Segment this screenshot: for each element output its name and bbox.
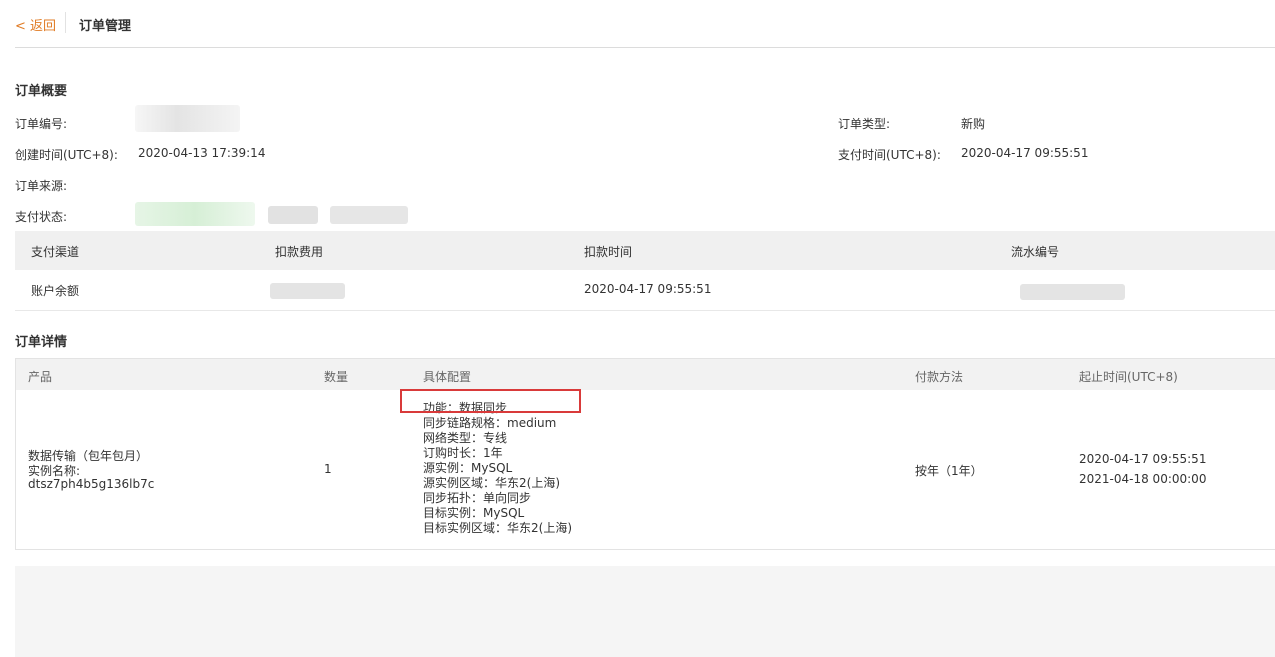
pay-status-label: 支付状态: bbox=[15, 210, 68, 224]
payment-method-value: 按年（1年） bbox=[915, 464, 983, 478]
serial-no-redacted bbox=[1020, 284, 1125, 300]
config-item: 源实例区域：华东2(上海) bbox=[423, 476, 560, 490]
details-table-header: 产品 数量 具体配置 付款方法 起止时间(UTC+8) bbox=[16, 359, 1275, 390]
created-time-label: 创建时间(UTC+8): bbox=[15, 148, 118, 162]
config-item: 同步拓扑：单向同步 bbox=[423, 491, 532, 505]
pay-status-redacted-2 bbox=[268, 206, 318, 224]
highlight-annotation-box bbox=[400, 389, 581, 413]
end-time-value: 2021-04-18 00:00:00 bbox=[1079, 472, 1207, 486]
header-serial-no: 流水编号 bbox=[1011, 245, 1060, 259]
header-quantity: 数量 bbox=[324, 370, 349, 384]
created-time-value: 2020-04-13 17:39:14 bbox=[138, 146, 266, 160]
config-item: 目标实例区域：华东2(上海) bbox=[423, 521, 572, 535]
header-config: 具体配置 bbox=[423, 370, 472, 384]
order-no-label: 订单编号: bbox=[15, 117, 68, 131]
pay-status-redacted bbox=[135, 202, 255, 226]
order-source-label: 订单来源: bbox=[15, 179, 68, 193]
header-period: 起止时间(UTC+8) bbox=[1079, 370, 1178, 384]
header-pay-channel: 支付渠道 bbox=[31, 245, 80, 259]
order-type-label: 订单类型: bbox=[838, 117, 891, 131]
instance-name-value: dtsz7ph4b5g136lb7c bbox=[28, 477, 155, 491]
payment-table-header: 支付渠道 扣款费用 扣款时间 流水编号 bbox=[15, 231, 1275, 270]
config-list: 功能：数据同步 同步链路规格：medium 网络类型：专线 订购时长：1年 源实… bbox=[423, 401, 572, 536]
pay-status-redacted-3 bbox=[330, 206, 408, 224]
paid-time-value: 2020-04-17 09:55:51 bbox=[961, 146, 1089, 160]
deduct-time-value: 2020-04-17 09:55:51 bbox=[584, 282, 712, 296]
page-title: 订单管理 bbox=[79, 19, 132, 34]
overview-title: 订单概要 bbox=[15, 84, 68, 99]
footer-panel bbox=[15, 566, 1275, 657]
config-item: 订购时长：1年 bbox=[423, 446, 503, 460]
payment-table: 支付渠道 扣款费用 扣款时间 流水编号 账户余额 2020-04-17 09:5… bbox=[15, 231, 1275, 311]
back-link[interactable]: < 返回 bbox=[15, 15, 56, 34]
header-divider bbox=[65, 12, 66, 33]
details-title: 订单详情 bbox=[15, 335, 68, 350]
details-table: 产品 数量 具体配置 付款方法 起止时间(UTC+8) 数据传输（包年包月） 实… bbox=[15, 358, 1275, 550]
config-item: 同步链路规格：medium bbox=[423, 416, 557, 430]
start-time-value: 2020-04-17 09:55:51 bbox=[1079, 452, 1207, 466]
page-header: < 返回 订单管理 bbox=[15, 0, 1275, 48]
header-deduct-time: 扣款时间 bbox=[584, 245, 633, 259]
pay-channel-value: 账户余额 bbox=[31, 284, 80, 298]
config-item: 目标实例：MySQL bbox=[423, 506, 525, 520]
deduct-fee-redacted bbox=[270, 283, 345, 299]
header-payment-method: 付款方法 bbox=[915, 370, 964, 384]
order-type-value: 新购 bbox=[961, 117, 986, 131]
order-no-redacted bbox=[135, 105, 240, 132]
paid-time-label: 支付时间(UTC+8): bbox=[838, 148, 941, 162]
config-item: 源实例：MySQL bbox=[423, 461, 513, 475]
config-item: 网络类型：专线 bbox=[423, 431, 508, 445]
header-product: 产品 bbox=[28, 370, 53, 384]
quantity-value: 1 bbox=[324, 462, 332, 476]
table-row: 账户余额 2020-04-17 09:55:51 bbox=[15, 270, 1275, 311]
header-deduct-fee: 扣款费用 bbox=[275, 245, 324, 259]
